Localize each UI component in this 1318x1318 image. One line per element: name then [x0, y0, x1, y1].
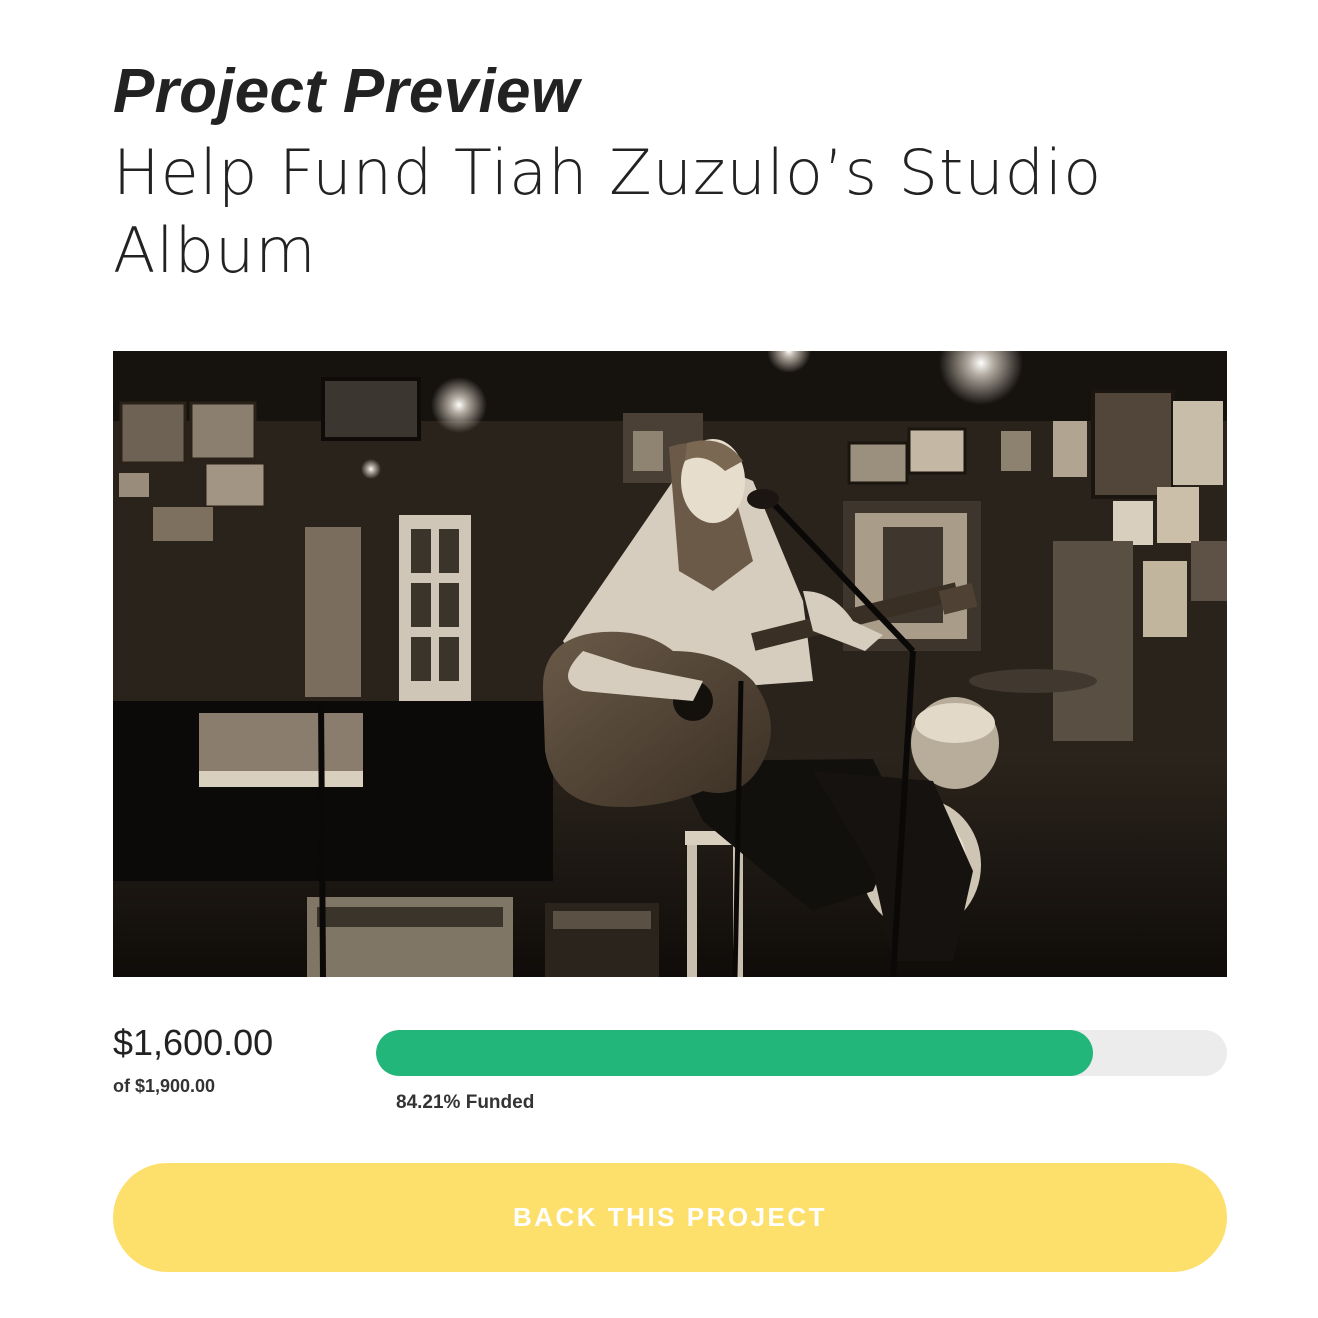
- guitarist-performance-photo: [113, 351, 1227, 977]
- amount-raised: $1,600.00: [113, 1022, 274, 1063]
- funding-progress-bar: [376, 1030, 1227, 1076]
- funded-percentage: 84.21% Funded: [396, 1092, 535, 1113]
- funding-progress-fill: [376, 1030, 1093, 1076]
- project-photo: [113, 351, 1227, 977]
- project-title: Help Fund Tiah Zuzulo’s Studio Album: [113, 136, 1103, 287]
- page-heading: Project Preview: [113, 57, 580, 126]
- project-preview-card: Project Preview Help Fund Tiah Zuzulo’s …: [0, 0, 1318, 1318]
- funding-goal: of $1,900.00: [113, 1076, 216, 1096]
- back-this-project-button[interactable]: BACK THIS PROJECT: [113, 1163, 1227, 1272]
